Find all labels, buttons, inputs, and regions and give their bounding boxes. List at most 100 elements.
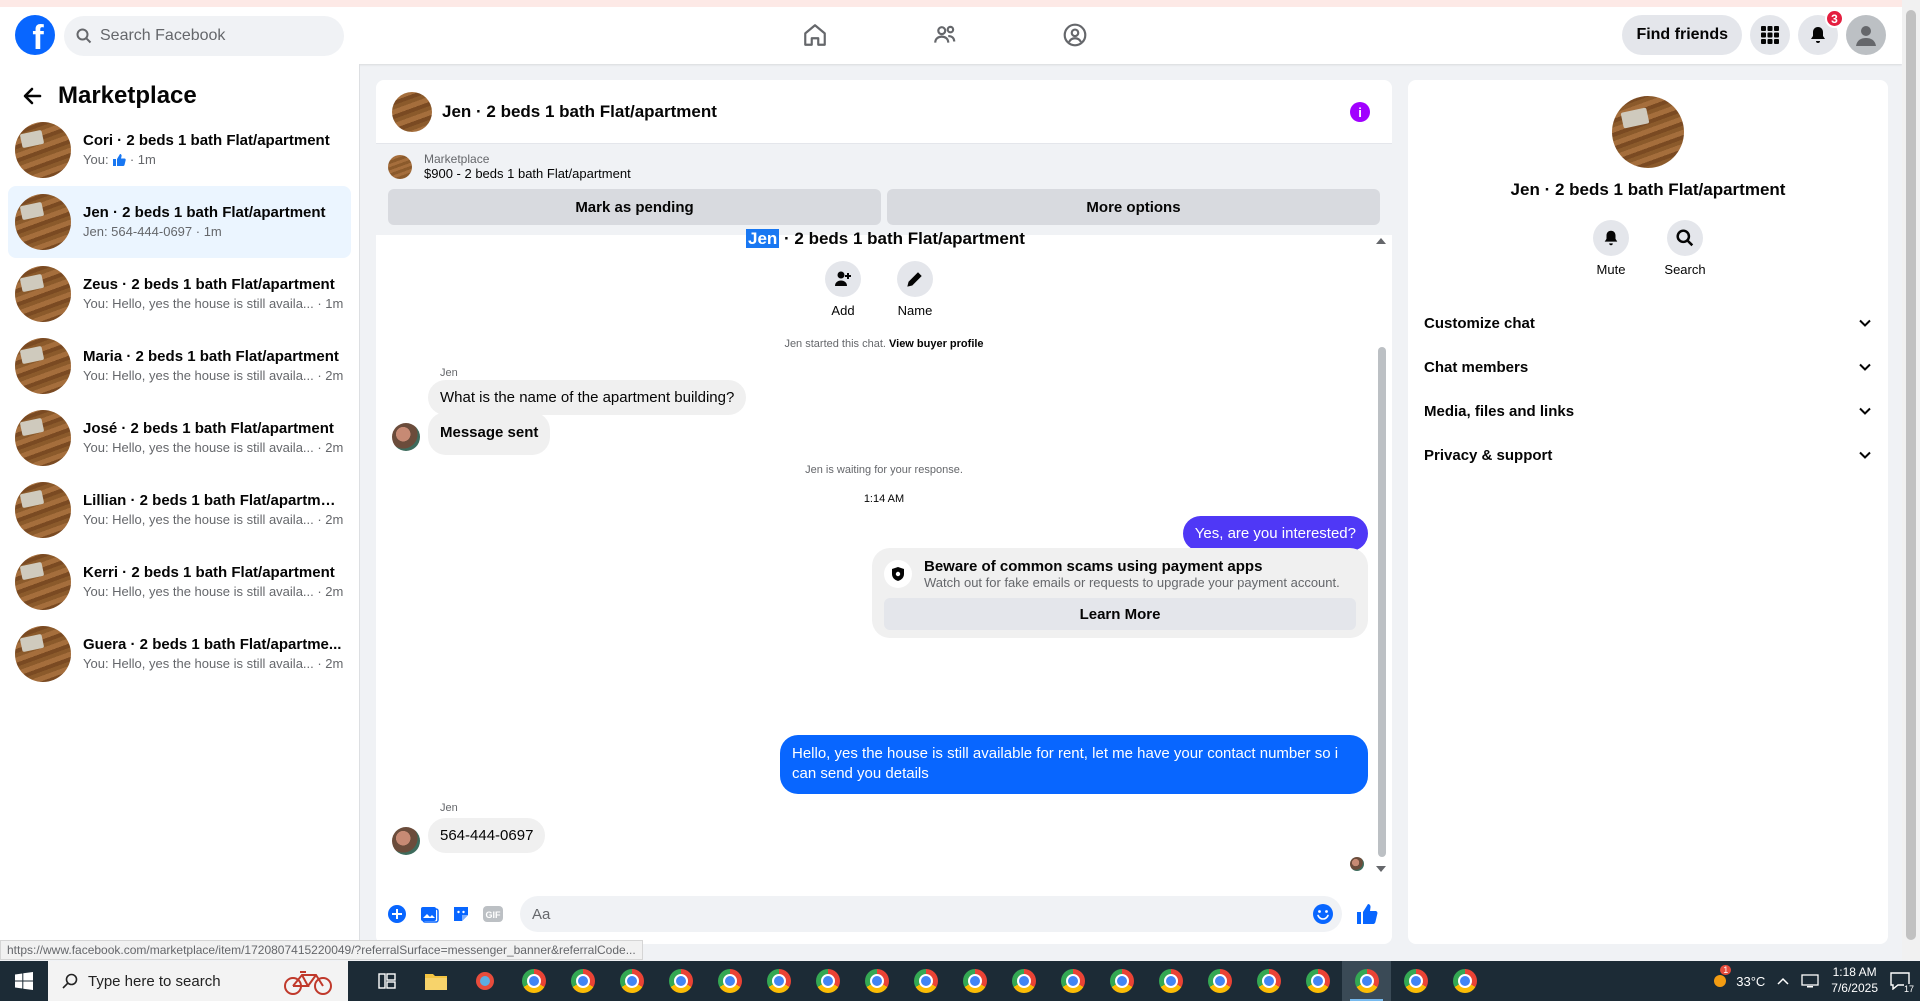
privacy-support-section[interactable]: Privacy & support (1408, 433, 1888, 477)
task-view-button[interactable] (362, 961, 411, 1001)
home-nav-button[interactable] (790, 15, 840, 55)
conversation-prefix: You: (83, 152, 109, 168)
chat-avatar[interactable] (392, 91, 432, 132)
add-label: Add (831, 303, 855, 318)
chrome-profile-button[interactable] (803, 961, 852, 1001)
weather-widget[interactable]: 1 33°C (1710, 965, 1765, 991)
system-clock[interactable]: 1:18 AM 7/6/2025 (1831, 965, 1878, 996)
details-avatar[interactable] (1612, 96, 1684, 168)
conversation-item-guera[interactable]: Guera · 2 beds 1 bath Flat/apartme... Yo… (8, 618, 351, 690)
media-files-links-section[interactable]: Media, files and links (1408, 389, 1888, 433)
emoji-icon[interactable] (1312, 903, 1334, 929)
find-friends-button[interactable]: Find friends (1622, 15, 1742, 55)
snipping-tool-button[interactable] (460, 961, 509, 1001)
page-scrollbar-thumb[interactable] (1906, 10, 1916, 940)
incoming-message[interactable]: What is the name of the apartment buildi… (428, 380, 747, 415)
start-button[interactable] (0, 961, 48, 1001)
chrome-profile-button[interactable] (901, 961, 950, 1001)
chat-panel: Jen · 2 beds 1 bath Flat/apartment i Mar… (376, 80, 1392, 944)
incoming-message-phone[interactable]: 564-444-0697 (428, 818, 546, 853)
mute-button[interactable]: Mute (1591, 220, 1631, 277)
conversation-item-lillian[interactable]: Lillian · 2 beds 1 bath Flat/apartment Y… (8, 474, 351, 546)
chrome-active-window-button[interactable] (1342, 961, 1391, 1001)
gif-icon[interactable]: GIF (482, 903, 504, 925)
sender-avatar[interactable] (392, 827, 420, 855)
notifications-button[interactable]: 3 (1798, 9, 1844, 55)
notification-center-button[interactable]: 17 (1890, 972, 1914, 994)
conversation-item-maria[interactable]: Maria · 2 beds 1 bath Flat/apartment You… (8, 330, 351, 402)
file-explorer-button[interactable] (411, 961, 460, 1001)
chrome-profile-button[interactable] (852, 961, 901, 1001)
network-icon[interactable] (1801, 974, 1819, 988)
details-actions: Mute Search (1408, 220, 1888, 277)
conversation-item-jose[interactable]: José · 2 beds 1 bath Flat/apartment You:… (8, 402, 351, 474)
chat-members-section[interactable]: Chat members (1408, 345, 1888, 389)
gif-label: GIF (486, 910, 502, 920)
conversation-item-zeus[interactable]: Zeus · 2 beds 1 bath Flat/apartment You:… (8, 258, 351, 330)
message-input[interactable]: Aa (520, 896, 1342, 932)
friends-nav-button[interactable] (920, 15, 970, 55)
view-buyer-profile-link[interactable]: View buyer profile (889, 338, 984, 350)
rename-chat-button[interactable]: Name (893, 261, 937, 318)
search-label: Search (1664, 262, 1706, 277)
chrome-profile-button[interactable] (754, 961, 803, 1001)
chevron-up-icon[interactable] (1777, 977, 1789, 985)
plus-circle-icon[interactable] (386, 903, 408, 925)
outgoing-message[interactable]: Yes, are you interested? (1182, 516, 1368, 551)
facebook-logo[interactable]: f (15, 15, 55, 55)
sender-avatar[interactable] (392, 423, 420, 451)
selected-text: Jen (746, 229, 780, 248)
section-label: Privacy & support (1424, 446, 1553, 464)
page-scrollbar[interactable] (1902, 0, 1920, 960)
listing-info[interactable]: Marketplace $900 - 2 beds 1 bath Flat/ap… (388, 152, 1380, 181)
conversation-item-cori[interactable]: Cori · 2 beds 1 bath Flat/apartment You:… (8, 114, 351, 186)
search-in-chat-button[interactable]: Search (1664, 220, 1706, 277)
chrome-profile-button[interactable] (558, 961, 607, 1001)
chrome-profile-button[interactable] (1146, 961, 1195, 1001)
header-right-actions: Find friends 3 (1622, 9, 1886, 55)
info-icon[interactable]: i (1350, 102, 1370, 122)
sticker-icon[interactable] (450, 903, 472, 925)
conversation-time: · 1m (129, 152, 156, 168)
scroll-up-icon[interactable] (1376, 237, 1386, 245)
chrome-profile-button[interactable] (705, 961, 754, 1001)
chrome-button[interactable] (509, 961, 558, 1001)
facebook-search-input[interactable]: Search Facebook (64, 16, 344, 56)
mark-as-pending-button[interactable]: Mark as pending (388, 189, 881, 225)
conversation-subtitle: You: Hello, yes the house is still avail… (83, 656, 344, 672)
search-icon (62, 973, 78, 989)
incoming-message-sent[interactable]: Message sent (428, 412, 551, 455)
account-avatar-button[interactable] (1846, 15, 1886, 55)
learn-more-button[interactable]: Learn More (884, 598, 1356, 630)
taskbar-search-input[interactable]: Type here to search (48, 961, 348, 1001)
thumbs-up-send-icon[interactable] (1352, 903, 1382, 925)
chrome-profile-button[interactable] (1293, 961, 1342, 1001)
chrome-profile-button[interactable] (1195, 961, 1244, 1001)
conversation-item-jen[interactable]: Jen · 2 beds 1 bath Flat/apartment Jen: … (8, 186, 351, 258)
add-member-button[interactable]: Add (821, 261, 865, 318)
photo-icon[interactable] (418, 903, 440, 925)
chrome-profile-button[interactable] (607, 961, 656, 1001)
chrome-profile-button[interactable] (999, 961, 1048, 1001)
thread-scrollbar[interactable] (1378, 347, 1386, 857)
chrome-profile-button[interactable] (1244, 961, 1293, 1001)
conversation-title: Cori · 2 beds 1 bath Flat/apartment (83, 132, 330, 150)
bicycle-icon (284, 971, 332, 995)
customize-chat-section[interactable]: Customize chat (1408, 301, 1888, 345)
conversation-item-kerri[interactable]: Kerri · 2 beds 1 bath Flat/apartment You… (8, 546, 351, 618)
chat-started-note: Jen started this chat. View buyer profil… (376, 338, 1392, 350)
chrome-profile-button[interactable] (656, 961, 705, 1001)
groups-nav-button[interactable] (1050, 15, 1100, 55)
outgoing-message-long[interactable]: Hello, yes the house is still available … (780, 735, 1368, 794)
menu-button[interactable] (1750, 15, 1790, 55)
chrome-profile-button[interactable] (950, 961, 999, 1001)
chat-title[interactable]: Jen · 2 beds 1 bath Flat/apartment (442, 102, 717, 122)
chrome-profile-button[interactable] (1097, 961, 1146, 1001)
scroll-down-icon[interactable] (1376, 865, 1386, 873)
chrome-profile-button[interactable] (1391, 961, 1440, 1001)
back-arrow-icon[interactable] (22, 86, 42, 106)
chrome-profile-button[interactable] (1048, 961, 1097, 1001)
chrome-profile-button[interactable] (1440, 961, 1489, 1001)
scam-warning-text: Watch out for fake emails or requests to… (924, 575, 1340, 590)
more-options-button[interactable]: More options (887, 189, 1380, 225)
